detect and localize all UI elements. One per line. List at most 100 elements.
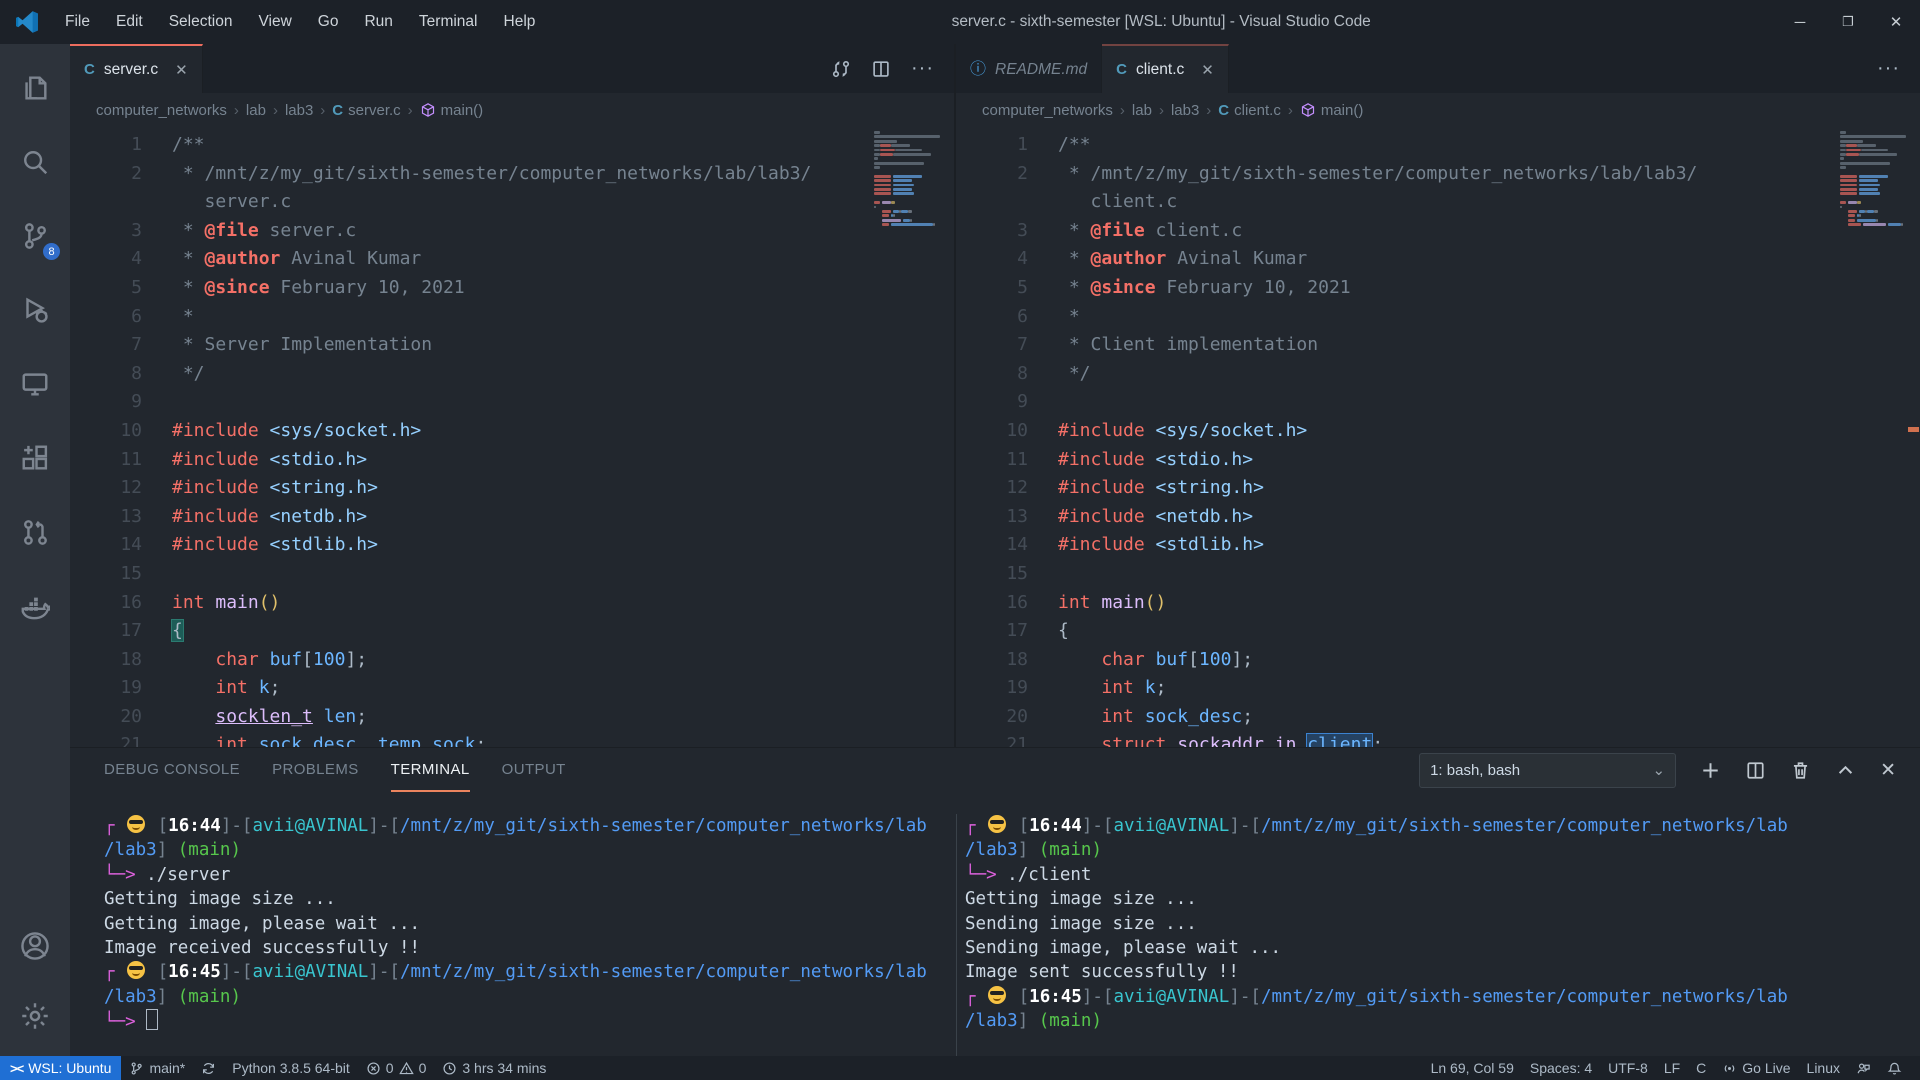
tab-close-icon[interactable]: ✕ xyxy=(175,61,188,79)
breadcrumb-item-computer-networks[interactable]: computer_networks xyxy=(982,102,1113,119)
breadcrumb-item-lab[interactable]: lab xyxy=(246,102,266,119)
status-remote-os[interactable]: Linux xyxy=(1799,1056,1848,1080)
status-time-tracker[interactable]: 3 hrs 34 mins xyxy=(434,1056,554,1080)
minimap-seg xyxy=(893,175,922,178)
minimap-line xyxy=(1840,201,1906,204)
minimap-seg xyxy=(1840,210,1848,213)
editor-area: Cserver.c✕···computer_networks›lab›lab3›… xyxy=(70,44,1920,747)
line-number: 14 xyxy=(70,531,142,560)
status-remote-indicator[interactable]: ><WSL: Ubuntu xyxy=(0,1056,121,1080)
close-button[interactable]: ✕ xyxy=(1872,0,1920,44)
terminal-client[interactable]: ┌ [16:44]-[avii@AVINAL]-[/mnt/z/my_git/s… xyxy=(956,814,1920,1056)
activity-docker[interactable] xyxy=(0,576,70,636)
terminal-server[interactable]: ┌ [16:44]-[avii@AVINAL]-[/mnt/z/my_git/s… xyxy=(70,814,956,1056)
status-bar: ><WSL: Ubuntumain* Python 3.8.5 64-bit003… xyxy=(0,1056,1920,1080)
status-notifications[interactable] xyxy=(1879,1056,1910,1080)
maximize-button[interactable]: ❐ xyxy=(1824,0,1872,44)
more-actions-icon[interactable]: ··· xyxy=(1877,57,1900,80)
editor-scrollbar[interactable] xyxy=(940,127,954,747)
panel-tab-terminal[interactable]: TERMINAL xyxy=(391,748,470,792)
breadcrumb-item-main-[interactable]: main() xyxy=(1300,102,1364,119)
more-actions-icon[interactable]: ··· xyxy=(911,57,934,80)
line-number: 8 xyxy=(70,360,142,389)
terminal-line: /lab3] (main) xyxy=(965,838,1920,862)
status-cursor-position[interactable]: Ln 69, Col 59 xyxy=(1423,1056,1522,1080)
menu-item-help[interactable]: Help xyxy=(493,9,547,35)
split-editor-icon[interactable] xyxy=(871,59,891,79)
menu-item-terminal[interactable]: Terminal xyxy=(408,9,489,35)
minimap-line xyxy=(1840,210,1906,213)
code-line: 7 * Client implementation xyxy=(956,331,1920,360)
tab-readme-md[interactable]: ⓘREADME.md xyxy=(956,44,1102,93)
menu-item-selection[interactable]: Selection xyxy=(158,9,244,35)
minimap[interactable] xyxy=(1840,131,1906,747)
code-text: #include <netdb.h> xyxy=(1028,503,1253,532)
code-editor[interactable]: 1/**2 * /mnt/z/my_git/sixth-semester/com… xyxy=(956,127,1920,747)
status-feedback[interactable] xyxy=(1848,1056,1879,1080)
activity-search[interactable] xyxy=(0,132,70,192)
token xyxy=(205,592,216,613)
activity-accounts[interactable] xyxy=(0,916,70,976)
token: <stdlib.h> xyxy=(1156,534,1264,555)
terminal-line: ┌ [16:45]-[avii@AVINAL]-[/mnt/z/my_git/s… xyxy=(104,960,956,984)
panel-tab-output[interactable]: OUTPUT xyxy=(502,748,566,792)
tab-server-c[interactable]: Cserver.c✕ xyxy=(70,44,203,93)
activity-extensions[interactable] xyxy=(0,428,70,488)
split-terminal-icon[interactable] xyxy=(1745,760,1766,781)
status-encoding[interactable]: UTF-8 xyxy=(1600,1056,1656,1080)
breadcrumb-item-lab3[interactable]: lab3 xyxy=(285,102,313,119)
breadcrumb-item-lab3[interactable]: lab3 xyxy=(1171,102,1199,119)
activity-source-control[interactable]: 8 xyxy=(0,206,70,266)
editor-scrollbar[interactable] xyxy=(1906,127,1920,747)
menu-item-run[interactable]: Run xyxy=(353,9,403,35)
minimap-seg xyxy=(874,140,897,143)
token: * xyxy=(172,306,194,327)
terminal-select[interactable]: 1: bash, bash ⌄ xyxy=(1419,753,1676,788)
breadcrumb-item-client-c[interactable]: Cclient.c xyxy=(1218,102,1281,119)
breadcrumb-item-lab[interactable]: lab xyxy=(1132,102,1152,119)
activity-remote-explorer[interactable] xyxy=(0,354,70,414)
menu-item-file[interactable]: File xyxy=(54,9,101,35)
menu-item-edit[interactable]: Edit xyxy=(105,9,154,35)
new-terminal-icon[interactable] xyxy=(1700,760,1721,781)
open-changes-icon[interactable] xyxy=(831,59,851,79)
status-problems[interactable]: 00 xyxy=(358,1056,435,1080)
code-text: * @since February 10, 2021 xyxy=(1028,274,1351,303)
minimap-seg xyxy=(874,192,891,195)
line-number: 9 xyxy=(956,388,1028,417)
kill-terminal-icon[interactable] xyxy=(1790,760,1811,781)
tab-close-icon[interactable]: ✕ xyxy=(1201,61,1214,79)
status-eol[interactable]: LF xyxy=(1656,1056,1688,1080)
minimap[interactable] xyxy=(874,131,940,747)
breadcrumb-item-computer-networks[interactable]: computer_networks xyxy=(96,102,227,119)
minimap-seg xyxy=(891,144,910,147)
breadcrumb-item-main-[interactable]: main() xyxy=(420,102,484,119)
panel-tab-debug-console[interactable]: DEBUG CONSOLE xyxy=(104,748,240,792)
code-editor[interactable]: 1/**2 * /mnt/z/my_git/sixth-semester/com… xyxy=(70,127,954,747)
tab-client-c[interactable]: Cclient.c✕ xyxy=(1102,44,1229,93)
minimap-seg xyxy=(933,223,935,226)
status-indentation[interactable]: Spaces: 4 xyxy=(1522,1056,1600,1080)
minimize-button[interactable]: ─ xyxy=(1776,0,1824,44)
terminal-line: /lab3] (main) xyxy=(965,1009,1920,1033)
breadcrumb-item-server-c[interactable]: Cserver.c xyxy=(332,102,400,119)
token: client.c xyxy=(1058,191,1177,212)
menu-item-go[interactable]: Go xyxy=(307,9,350,35)
menu-item-view[interactable]: View xyxy=(247,9,302,35)
line-number: 20 xyxy=(70,703,142,732)
status-git-branch[interactable]: main* xyxy=(121,1056,193,1080)
activity-explorer[interactable] xyxy=(0,58,70,118)
code-text: #include <sys/socket.h> xyxy=(1028,417,1307,446)
status-python-version[interactable]: Python 3.8.5 64-bit xyxy=(224,1056,358,1080)
panel-tab-problems[interactable]: PROBLEMS xyxy=(272,748,359,792)
code-text: * @author Avinal Kumar xyxy=(142,245,421,274)
activity-settings[interactable] xyxy=(0,986,70,1046)
activity-run-debug[interactable] xyxy=(0,280,70,340)
close-panel-icon[interactable]: ✕ xyxy=(1880,759,1896,782)
status-language-mode[interactable]: C xyxy=(1688,1056,1714,1080)
maximize-panel-icon[interactable] xyxy=(1835,760,1856,781)
token: buf xyxy=(270,649,303,670)
status-go-live[interactable]: Go Live xyxy=(1714,1056,1798,1080)
status-sync[interactable] xyxy=(193,1056,224,1080)
activity-github-pull-requests[interactable] xyxy=(0,502,70,562)
